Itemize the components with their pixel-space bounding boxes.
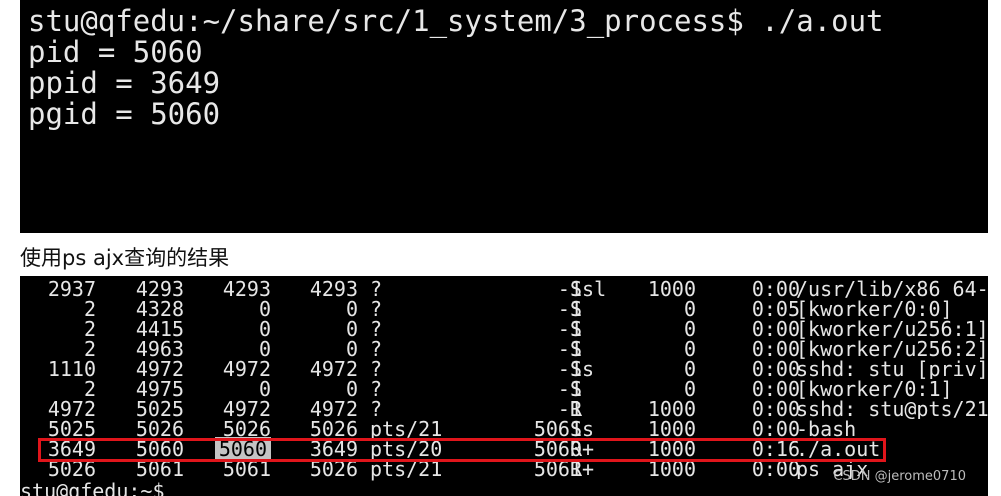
ps-cell-tty: ? <box>370 357 383 381</box>
ps-cell-tpgid: -1 <box>557 397 582 421</box>
ps-cell-sid: 0 <box>345 337 358 361</box>
ps-cell-ppid: 2 <box>83 337 96 361</box>
ps-cell-uid: 1000 <box>647 457 696 481</box>
ps-row: 2 4963 0 0? -1 S 0 0:00 [kworker/u256:2] <box>20 339 988 359</box>
ps-row: 4972 5025 4972 4972? -1 R 1000 0:00 sshd: stu@pt… <box>20 399 988 419</box>
ps-cell-sid: 5026 <box>309 417 358 441</box>
ps-cell-command: /usr/lib/x86_64- <box>796 279 988 299</box>
ps-cell-tty: ? <box>370 317 383 341</box>
ps-cell-tpgid: -1 <box>557 297 582 321</box>
ps-cell-uid: 1000 <box>647 417 696 441</box>
ps-cell-tpgid: -1 <box>557 317 582 341</box>
ps-cell-tty: ? <box>370 277 383 301</box>
ps-row: 2 4328 0 0? -1 S 0 0:05 [kworker/0:0] <box>20 299 988 319</box>
ps-cell-tpgid: -1 <box>557 377 582 401</box>
ps-cell-pid: 5025 <box>135 397 184 421</box>
ps-row: 1110 4972 4972 4972? -1 Ss 0 0:00 sshd: stu [pri… <box>20 359 988 379</box>
ps-cell-uid: 1000 <box>647 277 696 301</box>
ps-cell-command: sshd: stu@pts/21 <box>796 399 988 419</box>
command-line: stu@qfedu:~/share/src/1_system/3_process… <box>28 4 884 38</box>
ps-cell-ppid: 5026 <box>47 457 96 481</box>
ps-cell-uid: 0 <box>683 337 696 361</box>
ps-cell-command: [kworker/u256:1] <box>796 319 988 339</box>
ps-cell-tpgid: -1 <box>557 277 582 301</box>
ps-cell-time: 0:00 <box>751 417 800 441</box>
ps-cell-pgid: 5026 <box>222 417 271 441</box>
output-ppid: ppid = 3649 <box>28 66 221 100</box>
ps-cell-tty: ? <box>370 297 383 321</box>
terminal-window-top: stu@qfedu:~/share/src/1_system/3_process… <box>20 0 988 233</box>
ps-cell-ppid: 5025 <box>47 417 96 441</box>
ps-cell-pgid: 5061 <box>222 457 271 481</box>
ps-cell-tty: pts/21 <box>370 457 443 481</box>
ps-cell-pgid: 0 <box>258 377 271 401</box>
ps-cell-command: [kworker/0:1] <box>796 379 953 399</box>
ps-cell-time: 0:00 <box>751 317 800 341</box>
ps-cell-pid: 4328 <box>135 297 184 321</box>
ps-cell-tpgid: -1 <box>557 337 582 361</box>
ps-cell-sid: 4293 <box>309 277 358 301</box>
ps-cell-time: 0:00 <box>751 397 800 421</box>
ps-cell-tty: pts/21 <box>370 417 443 441</box>
ps-cell-pid: 5026 <box>135 417 184 441</box>
ps-cell-command: [kworker/u256:2] <box>796 339 988 359</box>
ps-cell-uid: 1000 <box>647 397 696 421</box>
ps-cell-tpgid: 5061 <box>533 417 582 441</box>
ps-row: 2937 4293 4293 4293? -1 Ssl 1000 0:00/usr/lib/x… <box>20 279 988 299</box>
watermark: CSDN @jerome0710 <box>833 469 966 484</box>
ps-cell-tty: ? <box>370 377 383 401</box>
ps-cell-time: 0:00 <box>751 357 800 381</box>
ps-cell-uid: 0 <box>683 297 696 321</box>
ps-cell-pgid: 4293 <box>222 277 271 301</box>
ps-cell-tpgid: -1 <box>557 357 582 381</box>
ps-cell-pid: 4975 <box>135 377 184 401</box>
output-pgid: pgid = 5060 <box>28 97 221 131</box>
ps-cell-time: 0:00 <box>751 457 800 481</box>
ps-cell-ppid: 1110 <box>47 357 96 381</box>
ps-cell-tpgid: 5061 <box>533 457 582 481</box>
ps-cell-sid: 0 <box>345 377 358 401</box>
ps-cell-pid: 4963 <box>135 337 184 361</box>
ps-cell-pgid: 4972 <box>222 397 271 421</box>
ps-cell-ppid: 4972 <box>47 397 96 421</box>
ps-cell-pid: 4415 <box>135 317 184 341</box>
prompt-line: stu@qfedu:~$ <box>20 479 165 496</box>
ps-row: 2 4975 0 0? -1 S 0 0:00 [kworker/0:1] <box>20 379 988 399</box>
ps-cell-time: 0:00 <box>751 337 800 361</box>
terminal-window-ps: 2937 4293 4293 4293? -1 Ssl 1000 0:00/usr/lib/x… <box>20 276 988 496</box>
ps-cell-tty: ? <box>370 337 383 361</box>
ps-cell-sid: 4972 <box>309 397 358 421</box>
ps-cell-uid: 0 <box>683 317 696 341</box>
ps-cell-pid: 4972 <box>135 357 184 381</box>
ps-cell-ppid: 2 <box>83 377 96 401</box>
ps-cell-ppid: 2 <box>83 317 96 341</box>
ps-cell-command: sshd: stu [priv] <box>796 359 988 379</box>
ps-cell-pid: 4293 <box>135 277 184 301</box>
ps-cell-command: [kworker/0:0] <box>796 299 953 319</box>
ps-cell-pid: 5061 <box>135 457 184 481</box>
ps-cell-tty: ? <box>370 397 383 421</box>
ps-cell-time: 0:00 <box>751 277 800 301</box>
ps-cell-uid: 0 <box>683 357 696 381</box>
ps-cell-time: 0:05 <box>751 297 800 321</box>
ps-cell-pgid: 0 <box>258 317 271 341</box>
ps-cell-pgid: 0 <box>258 297 271 321</box>
ps-cell-pgid: 0 <box>258 337 271 361</box>
ps-cell-sid: 5026 <box>309 457 358 481</box>
ps-cell-ppid: 2937 <box>47 277 96 301</box>
ps-row: 2 4415 0 0? -1 S 0 0:00 [kworker/u256:1] <box>20 319 988 339</box>
ps-cell-sid: 0 <box>345 317 358 341</box>
ps-cell-sid: 0 <box>345 297 358 321</box>
caption-text: 使用ps ajx查询的结果 <box>20 246 230 270</box>
ps-cell-time: 0:00 <box>751 377 800 401</box>
ps-cell-pgid: 4972 <box>222 357 271 381</box>
ps-cell-sid: 4972 <box>309 357 358 381</box>
ps-cell-uid: 0 <box>683 377 696 401</box>
ps-cell-ppid: 2 <box>83 297 96 321</box>
output-pid: pid = 5060 <box>28 35 203 69</box>
ps-cell-command: -bash <box>796 419 857 439</box>
ps-row: 5025 5026 5026 5026 pts/21 5061 Ss 1000 0:00 -bas… <box>20 419 988 439</box>
highlight-box <box>38 438 886 462</box>
